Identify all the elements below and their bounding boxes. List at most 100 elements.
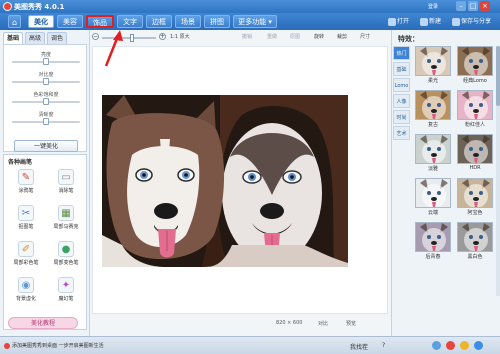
maximize-button[interactable]: □	[468, 1, 478, 11]
category-fashion[interactable]: 时尚	[393, 110, 410, 124]
brightness-slider[interactable]	[12, 58, 80, 65]
contrast-knob[interactable]	[43, 78, 49, 85]
effect-label: 粉红佳人	[464, 122, 485, 128]
minimize-button[interactable]: –	[456, 1, 466, 11]
save-share-button[interactable]: 保存与分享	[452, 16, 491, 26]
tool-eraser-pen[interactable]: ▭ 消除笔	[48, 169, 84, 199]
sharpness-knob[interactable]	[43, 118, 49, 125]
category-lomo[interactable]: Lomo	[393, 78, 410, 92]
effect-thumbnails: 柔光 经典Lomo 复古 粉红佳人 淡雅 HDR 云端 阿宝色 后青春 黑白色	[412, 46, 499, 298]
tool-label: 局部彩色笔	[13, 260, 39, 266]
app-title: 美图秀秀 4.0.1	[14, 3, 65, 11]
sharpness-slider[interactable]	[12, 118, 80, 125]
saturation-slider[interactable]	[12, 98, 80, 105]
tab-home[interactable]: ⌂	[8, 15, 21, 28]
effect-thumbnail	[457, 134, 493, 164]
contrast-slider[interactable]	[12, 78, 80, 85]
help-button[interactable]: ?	[382, 342, 385, 349]
effect-label: 柔光	[427, 78, 438, 84]
category-art[interactable]: 艺术	[393, 126, 410, 140]
desktop-shortcut-message[interactable]: 添加美图秀秀到桌面 一步开启美图新生活	[4, 342, 104, 349]
compare-button[interactable]: 对比	[318, 320, 328, 327]
effect-thumbnail	[457, 222, 493, 252]
saturation-knob[interactable]	[43, 98, 49, 105]
new-button[interactable]: 新建	[420, 16, 441, 26]
tool-label: 魔幻笔	[58, 296, 74, 302]
tool-magic-pen[interactable]: ✦ 魔幻笔	[48, 277, 84, 307]
category-portrait[interactable]: 人像	[393, 94, 410, 108]
effect-abao[interactable]: 阿宝色	[456, 178, 494, 218]
tab-scene[interactable]: 场景	[175, 15, 201, 28]
tab-frame[interactable]: 边框	[146, 15, 172, 28]
qq-icon[interactable]	[432, 341, 441, 350]
rotate-button[interactable]: 旋转	[314, 33, 324, 40]
brightness-knob[interactable]	[43, 58, 49, 65]
effect-classic-lomo[interactable]: 经典Lomo	[456, 46, 494, 86]
renren-icon[interactable]	[474, 341, 483, 350]
effect-pink-lady[interactable]: 粉红佳人	[456, 90, 494, 130]
original-button[interactable]: 原图	[290, 33, 300, 40]
tool-cutout-pen[interactable]: ✂ 抠图笔	[8, 205, 44, 235]
weibo-icon[interactable]	[446, 341, 455, 350]
image-dimensions: 820 × 600	[276, 320, 303, 326]
canvas-status: 820 × 600 对比 预览	[92, 318, 388, 330]
tool-doodle-pen[interactable]: ✎ 涂鸦笔	[8, 169, 44, 199]
resize-button[interactable]: 尺寸	[360, 33, 370, 40]
one-key-beautify-button[interactable]: 一键美化	[14, 140, 78, 152]
effect-cloud[interactable]: 云端	[414, 178, 452, 218]
slider-label-contrast: 对比度	[38, 72, 54, 78]
effect-label: 复古	[427, 122, 438, 128]
app-small-icon	[4, 342, 10, 349]
effect-thumbnail	[415, 46, 451, 76]
tab-facial[interactable]: 美容	[57, 15, 83, 28]
effects-panel: 特效： 热门 基础 Lomo 人像 时尚 艺术 柔光 经典Lomo 复古 粉红佳…	[391, 30, 500, 336]
tool-local-mosaic[interactable]: ▦ 局部马赛克	[48, 205, 84, 235]
qzone-icon[interactable]	[460, 341, 469, 350]
main-tab-bar: ⌂ 美化 美容 饰品 文字 边框 场景 拼图 更多功能 ▾ 打开 新建 保存与分…	[0, 13, 500, 30]
find-differences-button[interactable]: 我找茬	[350, 342, 368, 351]
effect-thumbnail	[415, 90, 451, 120]
zoom-knob[interactable]	[129, 34, 134, 42]
category-basic[interactable]: 基础	[393, 62, 410, 76]
recolor-icon: ●	[58, 241, 74, 257]
left-panel: 基础 高级 调色 亮度 对比度 色彩饱和度 清晰度 一键美化 各种画笔 ✎ 涂鸦…	[0, 30, 90, 336]
tool-background-blur[interactable]: ◉ 背景虚化	[8, 277, 44, 307]
beautify-tutorial-button[interactable]: 美化教程	[8, 317, 78, 329]
effects-scrollbar[interactable]	[496, 46, 500, 296]
effect-label: 淡雅	[427, 166, 438, 172]
undo-button[interactable]: 撤销	[242, 33, 252, 40]
actual-size-button[interactable]: 1:1 原大	[170, 33, 190, 40]
image-canvas[interactable]	[92, 46, 388, 314]
redo-button[interactable]: 重做	[267, 33, 277, 40]
login-link[interactable]: 登录	[428, 3, 438, 10]
scrollbar-thumb[interactable]	[496, 46, 500, 106]
category-popular[interactable]: 热门	[393, 46, 410, 60]
tab-more[interactable]: 更多功能 ▾	[233, 15, 277, 28]
effect-thumbnail	[415, 134, 451, 164]
open-button[interactable]: 打开	[388, 16, 409, 26]
effect-hdr[interactable]: HDR	[456, 134, 494, 174]
effect-elegant[interactable]: 淡雅	[414, 134, 452, 174]
crop-button[interactable]: 裁剪	[337, 33, 347, 40]
tab-text[interactable]: 文字	[117, 15, 143, 28]
close-button[interactable]: ×	[480, 1, 490, 11]
tool-local-recolor-brush[interactable]: ● 局部变色笔	[48, 241, 84, 271]
effect-retro[interactable]: 复古	[414, 90, 452, 130]
tab-beautify[interactable]: 美化	[28, 15, 54, 28]
title-bar: 美图秀秀 4.0.1 登录 – □ ×	[0, 0, 500, 13]
effect-soft-light[interactable]: 柔光	[414, 46, 452, 86]
preview-button[interactable]: 预览	[346, 320, 356, 327]
tab-collage[interactable]: 拼图	[204, 15, 230, 28]
effect-post-youth[interactable]: 后青春	[414, 222, 452, 262]
canvas-toolbar: − + 1:1 原大 撤销 重做 原图 旋转 裁剪 尺寸	[92, 31, 388, 45]
effect-black-white[interactable]: 黑白色	[456, 222, 494, 262]
subtab-advanced[interactable]: 高级	[25, 32, 45, 44]
subtab-basic[interactable]: 基础	[3, 32, 23, 44]
zoom-in-button[interactable]: +	[159, 33, 166, 40]
eraser-icon: ▭	[58, 169, 74, 185]
tab-accessories[interactable]: 饰品	[86, 15, 114, 28]
slider-label-saturation: 色彩饱和度	[33, 92, 59, 98]
magic-icon: ✦	[58, 277, 74, 293]
tool-local-color-brush[interactable]: ✐ 局部彩色笔	[8, 241, 44, 271]
subtab-color[interactable]: 调色	[47, 32, 67, 44]
